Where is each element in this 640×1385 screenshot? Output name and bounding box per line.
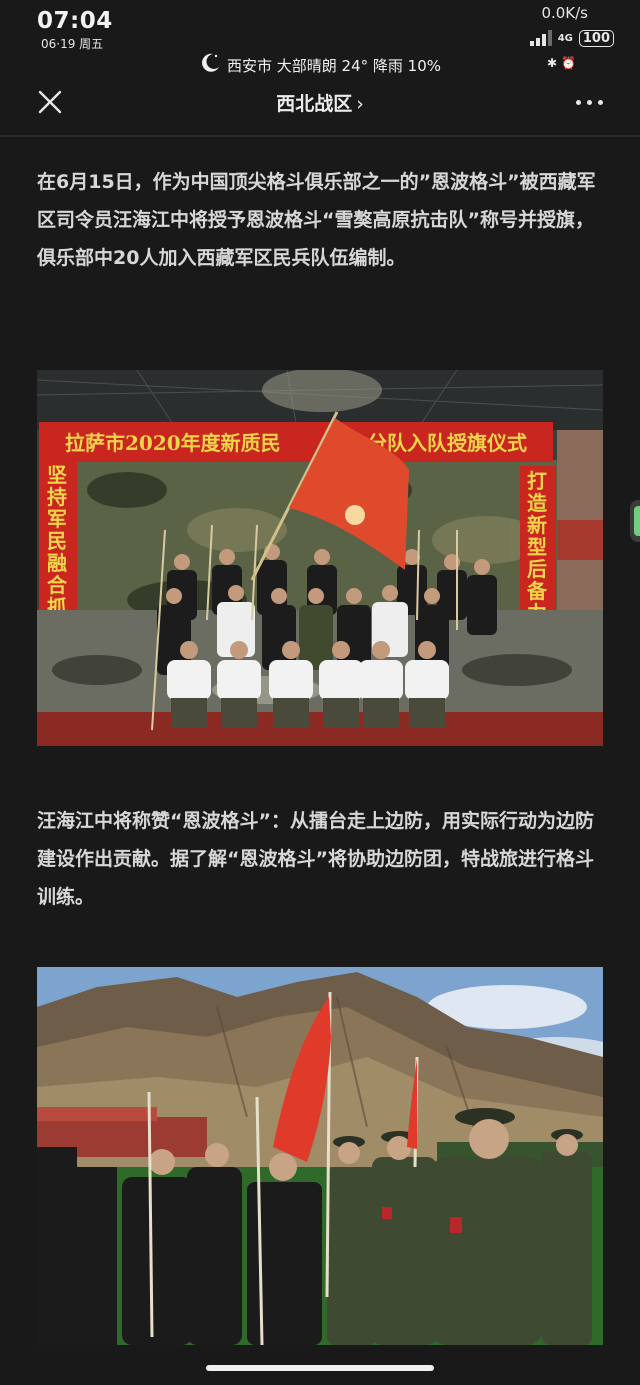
- border-defense-photo[interactable]: [37, 967, 603, 1345]
- status-bar: 07:04 06·19 周五 0.0K/s 4G 100 西安市 大部晴朗 24…: [0, 0, 640, 80]
- chevron-right-icon: ›: [356, 93, 364, 115]
- banner-top-text: 拉萨市2020年度新质民: [65, 431, 281, 455]
- status-indicators: 4G 100: [529, 28, 614, 48]
- nav-bar: 西北战区 ›: [0, 80, 640, 128]
- banner-right-char: 备: [526, 579, 548, 603]
- banner-right-char: 型: [527, 535, 547, 559]
- article-paragraph-2: 汪海江中将称赞“恩波格斗”：从擂台走上边防，用实际行动为边防建设作出贡献。据了解…: [37, 810, 594, 908]
- system-icons: ✱⏰: [547, 56, 580, 70]
- flag-ceremony-image: 拉萨市2020年度新质民 分队入队授旗仪式 坚 持 军 民 融 合 抓 打 造 …: [37, 370, 603, 746]
- weather-text: 西安市 大部晴朗 24° 降雨 10%: [227, 57, 441, 75]
- signal-icon: [529, 30, 552, 46]
- account-title-link[interactable]: 西北战区 ›: [0, 89, 640, 116]
- banner-right: 打 造 新 型 后 备 力: [526, 469, 548, 625]
- banner-left-char: 融: [47, 551, 67, 575]
- banner-left-char: 民: [47, 529, 67, 553]
- flag-ceremony-photo[interactable]: 拉萨市2020年度新质民 分队入队授旗仪式 坚 持 军 民 融 合 抓 打 造 …: [37, 370, 603, 746]
- banner-right-char: 造: [527, 491, 548, 515]
- banner-left-char: 合: [47, 573, 68, 597]
- weather-widget: 西安市 大部晴朗 24° 降雨 10%: [0, 52, 640, 76]
- network-speed: 0.0K/s: [541, 4, 588, 22]
- banner-left-char: 持: [47, 485, 67, 509]
- alarm-icon: ⏰: [561, 56, 580, 70]
- account-name: 西北战区: [276, 93, 353, 115]
- status-time: 07:04: [37, 8, 113, 34]
- battery-indicator: 100: [578, 29, 614, 47]
- banner-left-char: 坚: [47, 463, 67, 487]
- banner-left-char: 军: [47, 507, 67, 531]
- moon-icon: [202, 53, 219, 72]
- article-paragraph-1: 在6月15日，作为中国顶尖格斗俱乐部之一的”恩波格斗”被西藏军区司令员汪海江中将…: [37, 171, 596, 269]
- banner-right-char: 打: [527, 469, 547, 493]
- status-date: 06·19 周五: [41, 37, 104, 51]
- banner-right-char: 新: [527, 513, 547, 537]
- floating-side-tab[interactable]: [630, 500, 640, 542]
- banner-left: 坚 持 军 民 融 合 抓: [47, 463, 68, 619]
- home-indicator[interactable]: [206, 1365, 434, 1371]
- network-type: 4G: [557, 32, 573, 44]
- banner-right-char: 后: [527, 557, 547, 581]
- more-icon[interactable]: [574, 92, 606, 112]
- banner-top-right-text: 分队入队授旗仪式: [367, 431, 527, 455]
- bluetooth-icon: ✱: [546, 56, 562, 70]
- border-defense-image: [37, 967, 603, 1345]
- header-divider: [0, 135, 640, 137]
